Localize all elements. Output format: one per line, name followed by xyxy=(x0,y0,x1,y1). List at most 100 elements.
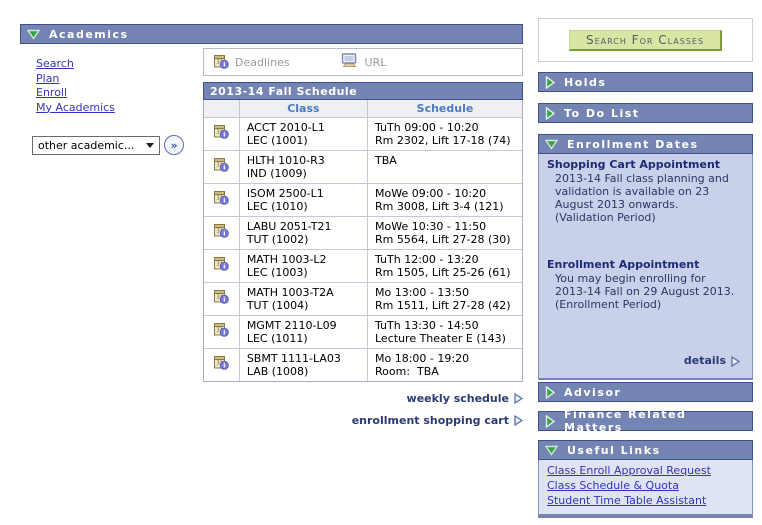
collapse-triangle-icon xyxy=(545,139,558,150)
class-cell: ISOM 2500-L1 LEC (1010) xyxy=(239,184,367,216)
svg-text:i: i xyxy=(224,362,226,370)
url-monitor-icon xyxy=(340,53,359,71)
table-row: 31i SBMT 1111-LA03 LAB (1008) Mo 18:00 -… xyxy=(204,348,522,381)
go-button[interactable]: » xyxy=(164,135,184,155)
class-column-header: Class xyxy=(239,100,367,117)
svg-text:i: i xyxy=(224,296,226,304)
table-row: 31i LABU 2051-T21 TUT (1002) MoWe 10:30 … xyxy=(204,216,522,249)
useful-links-title: Useful Links xyxy=(567,444,661,457)
class-cell: MATH 1003-T2A TUT (1004) xyxy=(239,283,367,315)
deadline-calendar-icon[interactable]: 31i xyxy=(204,217,239,249)
deadline-calendar-icon[interactable]: 31i xyxy=(204,250,239,282)
weekly-schedule-label: weekly schedule xyxy=(407,392,509,405)
svg-text:i: i xyxy=(224,329,226,337)
svg-text:i: i xyxy=(224,263,226,271)
schedule-cell: MoWe 10:30 - 11:50 Rm 5564, Lift 27-28 (… xyxy=(367,217,522,249)
enrollment-dates-title: Enrollment Dates xyxy=(567,138,699,151)
class-cell: MATH 1003-L2 LEC (1003) xyxy=(239,250,367,282)
link-class-enroll-approval[interactable]: Class Enroll Approval Request xyxy=(547,463,744,478)
enrollment-shopping-cart-link[interactable]: enrollment shopping cart xyxy=(352,414,523,427)
double-chevron-icon: » xyxy=(170,139,177,152)
table-header-row: Class Schedule xyxy=(204,100,522,117)
details-label: details xyxy=(684,354,726,368)
search-for-classes-button[interactable]: Search For Classes xyxy=(569,30,722,51)
deadline-calendar-icon[interactable]: 31i xyxy=(204,118,239,150)
useful-links-content: Class Enroll Approval Request Class Sche… xyxy=(538,460,753,518)
calendar-info-icon: 31 i xyxy=(213,53,229,72)
nav-link-plan[interactable]: Plan xyxy=(36,72,115,87)
schedule-column-header: Schedule xyxy=(367,100,522,117)
svg-text:i: i xyxy=(223,60,225,68)
dropdown-selected-value: other academic... xyxy=(38,139,134,152)
icon-column-header xyxy=(204,100,239,117)
left-nav: Search Plan Enroll My Academics xyxy=(36,57,115,115)
deadline-calendar-icon[interactable]: 31i xyxy=(204,316,239,348)
shopping-cart-appointment-text: 2013-14 Fall class planning and validati… xyxy=(555,172,744,224)
nav-link-my-academics[interactable]: My Academics xyxy=(36,101,115,116)
arrow-right-icon xyxy=(514,393,523,404)
deadline-calendar-icon[interactable]: 31i xyxy=(204,184,239,216)
svg-text:i: i xyxy=(224,131,226,139)
class-schedule-table: Class Schedule 31i ACCT 2010-L1 LEC (100… xyxy=(203,100,523,382)
deadline-calendar-icon[interactable]: 31i xyxy=(204,349,239,381)
class-cell: MGMT 2110-L09 LEC (1011) xyxy=(239,316,367,348)
link-class-schedule-quota[interactable]: Class Schedule & Quota xyxy=(547,478,744,493)
deadline-calendar-icon[interactable]: 31i xyxy=(204,283,239,315)
nav-link-search[interactable]: Search xyxy=(36,57,115,72)
advisor-section-bar[interactable]: Advisor xyxy=(538,382,753,402)
schedule-footer-links: weekly schedule enrollment shopping cart xyxy=(203,392,523,427)
table-row: 31i ACCT 2010-L1 LEC (1001) TuTh 09:00 -… xyxy=(204,117,522,150)
shopping-cart-appointment-heading: Shopping Cart Appointment xyxy=(547,158,744,172)
details-link[interactable]: details xyxy=(684,354,740,368)
schedule-cell: MoWe 09:00 - 10:20 Rm 3008, Lift 3-4 (12… xyxy=(367,184,522,216)
schedule-cell: Mo 13:00 - 13:50 Rm 1511, Lift 27-28 (42… xyxy=(367,283,522,315)
svg-text:i: i xyxy=(224,197,226,205)
schedule-title-bar: 2013-14 Fall Schedule xyxy=(203,82,523,100)
collapse-triangle-icon xyxy=(545,445,558,456)
todo-list-section-bar[interactable]: To Do List xyxy=(538,103,753,123)
holds-section-bar[interactable]: Holds xyxy=(538,72,753,92)
collapse-triangle-icon[interactable] xyxy=(27,29,40,40)
class-cell: HLTH 1010-R3 IND (1009) xyxy=(239,151,367,183)
schedule-cell: TuTh 13:30 - 14:50 Lecture Theater E (14… xyxy=(367,316,522,348)
expand-triangle-icon xyxy=(545,386,555,399)
enrollment-dates-content: Shopping Cart Appointment 2013-14 Fall c… xyxy=(538,154,753,380)
chevron-down-icon xyxy=(146,143,154,148)
advisor-title: Advisor xyxy=(564,386,621,399)
expand-triangle-icon xyxy=(545,76,555,89)
other-academic-dropdown[interactable]: other academic... xyxy=(32,136,160,155)
weekly-schedule-link[interactable]: weekly schedule xyxy=(407,392,523,405)
enrollment-dates-section-bar[interactable]: Enrollment Dates xyxy=(538,134,753,154)
table-row: 31i MGMT 2110-L09 LEC (1011) TuTh 13:30 … xyxy=(204,315,522,348)
schedule-cell: TuTh 09:00 - 10:20 Rm 2302, Lift 17-18 (… xyxy=(367,118,522,150)
holds-title: Holds xyxy=(564,76,606,89)
finance-title: Finance Related Matters xyxy=(564,408,746,434)
schedule-cell: Mo 18:00 - 19:20 Room: TBA xyxy=(367,349,522,381)
svg-text:i: i xyxy=(224,230,226,238)
deadlines-legend-label: Deadlines xyxy=(235,56,290,69)
nav-link-enroll[interactable]: Enroll xyxy=(36,86,115,101)
class-cell: ACCT 2010-L1 LEC (1001) xyxy=(239,118,367,150)
arrow-right-icon xyxy=(514,415,523,426)
table-row: 31i HLTH 1010-R3 IND (1009) TBA xyxy=(204,150,522,183)
class-cell: LABU 2051-T21 TUT (1002) xyxy=(239,217,367,249)
arrow-right-icon xyxy=(731,356,740,367)
legend-box: 31 i Deadlines URL xyxy=(203,48,523,76)
class-cell: SBMT 1111-LA03 LAB (1008) xyxy=(239,349,367,381)
shopping-cart-label: enrollment shopping cart xyxy=(352,414,509,427)
deadline-calendar-icon[interactable]: 31i xyxy=(204,151,239,183)
spacer xyxy=(547,224,744,258)
schedule-content: 31 i Deadlines URL 2013-14 Fall Schedule… xyxy=(203,48,523,436)
finance-section-bar[interactable]: Finance Related Matters xyxy=(538,411,753,431)
expand-triangle-icon xyxy=(545,415,555,428)
url-legend-label: URL xyxy=(365,56,387,69)
other-academic-row: other academic... » xyxy=(32,135,184,155)
useful-links-section-bar[interactable]: Useful Links xyxy=(538,440,753,460)
link-student-timetable-assistant[interactable]: Student Time Table Assistant xyxy=(547,493,744,508)
svg-text:i: i xyxy=(224,164,226,172)
academics-section-bar: Academics xyxy=(20,24,523,44)
todo-list-title: To Do List xyxy=(564,107,640,120)
table-row: 31i MATH 1003-T2A TUT (1004) Mo 13:00 - … xyxy=(204,282,522,315)
academics-title: Academics xyxy=(49,28,129,41)
schedule-cell: TBA xyxy=(367,151,522,183)
